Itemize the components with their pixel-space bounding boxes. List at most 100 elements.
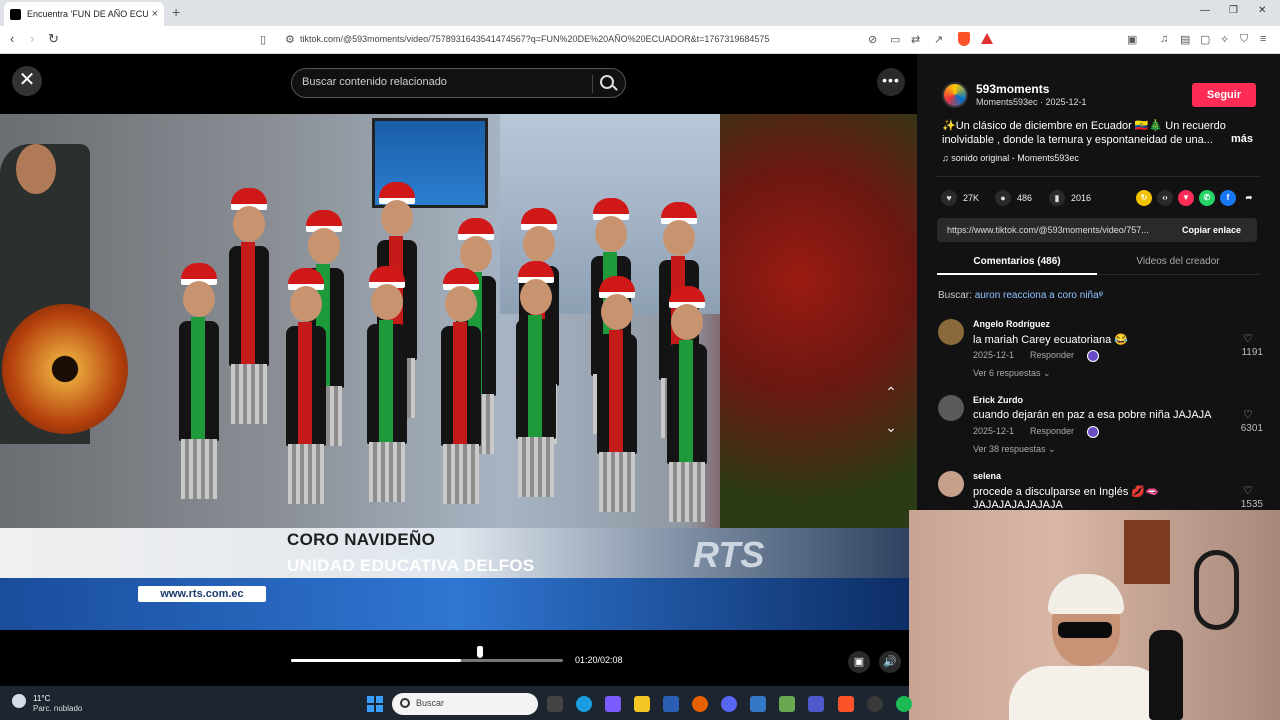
screenshot-icon[interactable]: ▣ <box>1127 33 1137 46</box>
share-link[interactable]: https://www.tiktok.com/@593moments/video… <box>947 225 1177 235</box>
share-icon[interactable]: ↗ <box>934 33 943 46</box>
like-stat[interactable]: ♥ 27K <box>941 190 979 206</box>
video-player[interactable]: ⌃ ⌄ CORO NAVIDEÑO UNIDAD EDUCATIVA DELFO… <box>0 114 917 630</box>
reload-icon[interactable]: ↻ <box>48 32 59 46</box>
embed-icon[interactable]: ‹› <box>1157 190 1173 206</box>
wallet-icon[interactable]: ▢ <box>1200 33 1210 46</box>
comment-like-icon[interactable]: ♡ <box>1243 484 1253 497</box>
share-more-icon[interactable]: ➦ <box>1241 190 1257 206</box>
search-suggestion[interactable]: Buscar: auron reacciona a coro niñaᵠ <box>938 290 1103 301</box>
broadcaster-website: www.rts.com.ec <box>138 586 266 602</box>
app-icon[interactable] <box>750 696 766 712</box>
facebook-icon[interactable]: f <box>1220 190 1236 206</box>
taskbar-search[interactable]: Buscar <box>392 693 538 715</box>
commenter-avatar[interactable] <box>938 319 964 345</box>
comment-date: 2025-12-1 <box>973 350 1015 360</box>
creator-username[interactable]: 593moments <box>976 82 1049 96</box>
bookmark-icon[interactable]: ▯ <box>260 33 266 46</box>
minimize-button[interactable]: — <box>1200 5 1210 16</box>
tab-creator-videos[interactable]: Videos del creador <box>1098 256 1258 267</box>
spotify-icon[interactable] <box>896 696 912 712</box>
comment-like-count: 6301 <box>1240 423 1263 434</box>
maximize-button[interactable]: ❐ <box>1229 5 1238 16</box>
previous-video-icon[interactable]: ⌃ <box>882 384 900 402</box>
save-stat[interactable]: ▮ 2016 <box>1049 190 1091 206</box>
commenter-avatar[interactable] <box>938 471 964 497</box>
creator-avatar[interactable] <box>942 82 968 108</box>
app-icon[interactable] <box>779 696 795 712</box>
extensions-icon[interactable]: ✧ <box>1220 33 1229 46</box>
brave-icon[interactable] <box>838 696 854 712</box>
tab-comments[interactable]: Comentarios (486) <box>937 256 1097 267</box>
progress-fill <box>291 659 461 662</box>
edge-icon[interactable] <box>576 696 592 712</box>
forward-icon[interactable]: › <box>30 32 34 46</box>
brave-rewards-icon[interactable] <box>981 33 993 44</box>
child-singer <box>593 272 641 532</box>
obs-icon[interactable] <box>867 696 883 712</box>
vpn-icon[interactable]: ⛉ <box>1240 33 1248 46</box>
volume-icon[interactable]: 🔊 <box>879 651 901 673</box>
christmas-tree <box>720 114 917 528</box>
weather-icon[interactable] <box>12 694 26 708</box>
next-video-icon[interactable]: ⌄ <box>882 419 900 437</box>
reply-button[interactable]: Responder <box>1030 426 1074 436</box>
sidebar-icon[interactable]: ▤ <box>1180 33 1190 46</box>
menu-icon[interactable]: ≡ <box>1260 33 1266 45</box>
word-icon[interactable] <box>663 696 679 712</box>
comment-like-icon[interactable]: ♡ <box>1243 408 1253 421</box>
child-singer <box>175 259 223 519</box>
new-tab-button[interactable]: + <box>172 4 180 20</box>
commenter-name[interactable]: Erick Zurdo <box>973 395 1023 405</box>
translate-icon[interactable]: ⇄ <box>911 33 920 46</box>
more-options-button[interactable]: ••• <box>877 68 905 96</box>
send-icon[interactable]: ▼ <box>1178 190 1194 206</box>
commenter-name[interactable]: Angelo Rodríguez <box>973 319 1050 329</box>
view-replies-link[interactable]: Ver 38 respuestas ⌄ <box>973 444 1056 455</box>
comment-like-count: 1535 <box>1240 499 1263 510</box>
search-icon[interactable] <box>600 75 614 89</box>
whatsapp-icon[interactable]: ✆ <box>1199 190 1215 206</box>
more-description-link[interactable]: más <box>1231 133 1253 145</box>
child-singer <box>282 264 330 524</box>
address-bar[interactable]: tiktok.com/@593moments/video/75789316435… <box>300 34 769 44</box>
commenter-name[interactable]: selena <box>973 471 1001 481</box>
music-icon[interactable]: ♫ <box>1160 33 1168 45</box>
back-icon[interactable]: ‹ <box>10 32 14 46</box>
repost-icon[interactable]: ↻ <box>1136 190 1152 206</box>
progress-bar[interactable] <box>291 659 563 662</box>
reader-off-icon[interactable]: ⊘ <box>868 33 877 46</box>
window-close-button[interactable]: ✕ <box>1258 5 1266 16</box>
sound-link[interactable]: ♫ sonido original - Moments593ec <box>942 153 1079 163</box>
copilot-icon[interactable] <box>605 696 621 712</box>
browser-tab[interactable]: Encuentra 'FUN DE AÑO ECU × <box>4 2 164 26</box>
comment-icon: ● <box>995 190 1011 206</box>
copy-link-button[interactable]: Copiar enlace <box>1182 225 1241 235</box>
hanging-headphones <box>1194 550 1239 630</box>
media-icon[interactable]: ▭ <box>890 33 900 46</box>
view-replies-link[interactable]: Ver 6 respuestas ⌄ <box>973 368 1051 379</box>
tab-close-icon[interactable]: × <box>152 8 158 20</box>
pip-icon[interactable]: ▣ <box>848 651 870 673</box>
site-info-icon[interactable]: ⚙ <box>285 33 295 46</box>
brave-shields-icon[interactable] <box>958 32 970 46</box>
commenter-avatar[interactable] <box>938 395 964 421</box>
share-link-box: https://www.tiktok.com/@593moments/video… <box>937 218 1257 242</box>
discord-icon[interactable] <box>721 696 737 712</box>
related-search-input[interactable] <box>302 76 582 88</box>
tiktok-icon <box>10 8 21 20</box>
reply-button[interactable]: Responder <box>1030 350 1074 360</box>
task-view-icon[interactable] <box>547 696 563 712</box>
close-video-button[interactable]: ✕ <box>12 66 42 96</box>
browser-tab-strip: Encuentra 'FUN DE AÑO ECU × + — ❐ ✕ <box>0 0 1280 26</box>
firefox-icon[interactable] <box>692 696 708 712</box>
teams-icon[interactable] <box>808 696 824 712</box>
comment-like-icon[interactable]: ♡ <box>1243 332 1253 345</box>
follow-button[interactable]: Seguir <box>1192 83 1256 107</box>
windows-start-icon[interactable] <box>367 696 383 712</box>
mouse-cursor <box>476 645 484 659</box>
comment-stat[interactable]: ● 486 <box>995 190 1032 206</box>
panel-tabs: Comentarios (486) Videos del creador <box>937 249 1260 275</box>
file-explorer-icon[interactable] <box>634 696 650 712</box>
child-singer <box>512 257 560 517</box>
